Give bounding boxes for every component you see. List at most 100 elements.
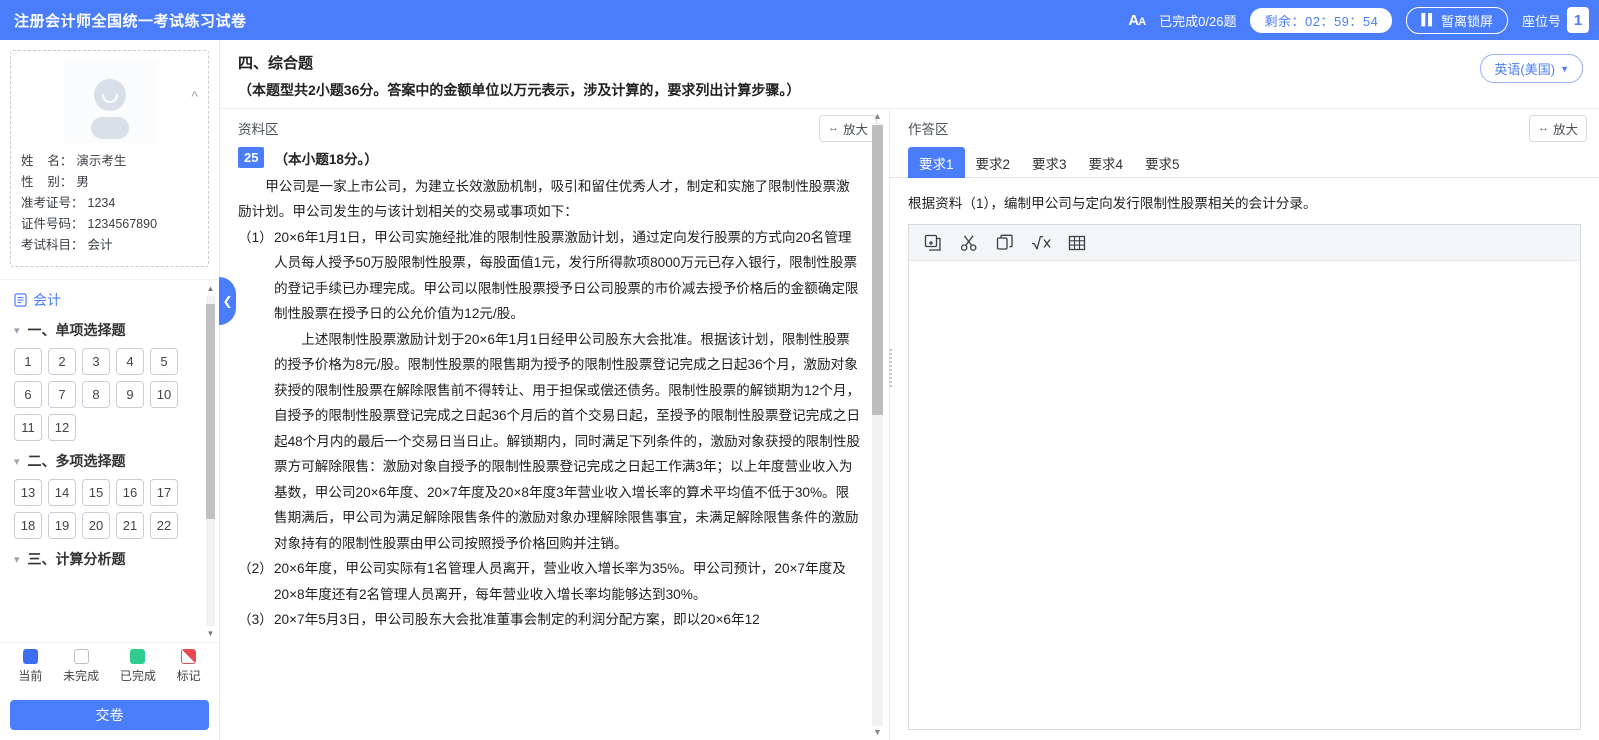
question-button[interactable]: 7 — [48, 381, 76, 408]
legend-label: 当前 — [18, 669, 43, 683]
legend-item-marked: 标记 — [177, 649, 201, 684]
nav-section-title: 二、多项选择题 — [27, 453, 126, 469]
scroll-down-icon[interactable]: ▼ — [872, 727, 883, 738]
language-selector[interactable]: 英语(美国) ▼ — [1480, 54, 1583, 83]
sidebar: ^ 姓 名： 演示考生 性 别： 男 准考证号： 1234 证件号码： 1234… — [0, 40, 220, 740]
scroll-up-icon[interactable]: ▲ — [872, 111, 883, 122]
question-button[interactable]: 21 — [116, 512, 144, 539]
nav-section-title: 三、计算分析题 — [27, 551, 126, 567]
question-button[interactable]: 15 — [82, 479, 110, 506]
nav-section-title: 一、单项选择题 — [27, 322, 126, 338]
answer-enlarge-button[interactable]: ↔ 放大 — [1528, 114, 1587, 142]
submit-area: 交卷 — [0, 692, 219, 740]
tab-requirement-3[interactable]: 要求3 — [1021, 147, 1078, 178]
material-scrollbar[interactable]: ▲ ▼ — [872, 111, 883, 738]
status-legend: 当前 未完成 已完成 标记 — [0, 642, 219, 692]
formula-icon[interactable] — [1031, 233, 1051, 253]
submit-exam-button[interactable]: 交卷 — [10, 700, 209, 730]
pause-icon: ▌▌ — [1421, 14, 1436, 26]
countdown-timer: 剩余：02：59：54 — [1250, 7, 1393, 33]
question-type-header: 四、综合题 （本题型共2小题36分。答案中的金额单位以万元表示，涉及计算的，要求… — [220, 40, 1599, 109]
tab-requirement-1[interactable]: 要求1 — [908, 147, 965, 178]
legend-label: 已完成 — [119, 669, 156, 683]
legend-label: 未完成 — [63, 669, 100, 683]
editor-toolbar — [909, 225, 1580, 261]
question-button[interactable]: 6 — [14, 381, 42, 408]
question-button[interactable]: 4 — [116, 348, 144, 375]
sidebar-scrollbar[interactable]: ▲ ▼ — [206, 284, 215, 638]
cut-icon[interactable] — [959, 233, 979, 253]
question-grid: 13 14 15 16 17 18 19 20 21 22 — [14, 479, 186, 539]
question-button[interactable]: 2 — [48, 348, 76, 375]
nav-section-header[interactable]: ▾ 二、多项选择题 — [14, 451, 219, 471]
question-button[interactable]: 9 — [116, 381, 144, 408]
candidate-field-value: 演示考生 — [76, 154, 127, 168]
legend-swatch-unfinished — [73, 649, 89, 664]
answer-pane-bar: 作答区 ↔ 放大 — [890, 109, 1599, 147]
legend-swatch-finished — [130, 649, 146, 664]
collapse-candidate-icon[interactable]: ^ — [191, 89, 198, 103]
avatar — [63, 61, 156, 143]
material-pane: 资料区 ↔ 放大 25 （本小题18分。） 甲公司是一家上市公司，为建立长效激励… — [219, 109, 890, 740]
app-header: 注册会计师全国统一考试练习试卷 AA 已完成0/26题 剩余：02：59：54 … — [0, 0, 1599, 40]
chevron-down-icon: ▾ — [14, 455, 20, 468]
question-button[interactable]: 17 — [150, 479, 178, 506]
panes: 资料区 ↔ 放大 25 （本小题18分。） 甲公司是一家上市公司，为建立长效激励… — [219, 109, 1599, 740]
app-body: ^ 姓 名： 演示考生 性 别： 男 准考证号： 1234 证件号码： 1234… — [0, 40, 1599, 740]
header-controls: AA 已完成0/26题 剩余：02：59：54 ▌▌ 暂离锁屏 座位号 1 — [1128, 6, 1589, 34]
answer-textarea[interactable] — [909, 261, 1580, 729]
candidate-field-label: 证件号码： — [21, 217, 84, 231]
tab-requirement-5[interactable]: 要求5 — [1134, 147, 1191, 178]
question-button[interactable]: 18 — [14, 512, 42, 539]
nav-section-header[interactable]: ▾ 一、单项选择题 — [14, 320, 219, 340]
tab-requirement-2[interactable]: 要求2 — [965, 147, 1022, 178]
table-icon[interactable] — [1067, 233, 1087, 253]
question-grid: 1 2 3 4 5 6 7 8 9 10 11 12 — [14, 348, 186, 441]
answer-enlarge-label: 放大 — [1552, 122, 1578, 137]
question-button[interactable]: 16 — [116, 479, 144, 506]
scroll-thumb[interactable] — [206, 304, 215, 519]
scroll-up-icon[interactable]: ▲ — [206, 284, 215, 293]
nav-section-header[interactable]: ▾ 三、计算分析题 — [14, 549, 219, 569]
material-enlarge-button[interactable]: ↔ 放大 — [818, 114, 877, 142]
question-button[interactable]: 20 — [82, 512, 110, 539]
insert-icon[interactable] — [923, 233, 943, 253]
candidate-field-label: 性 别： — [21, 175, 73, 189]
question-button[interactable]: 3 — [82, 348, 110, 375]
question-button[interactable]: 10 — [150, 381, 178, 408]
chevron-down-icon: ▼ — [1560, 63, 1569, 74]
pane-resize-divider[interactable] — [889, 349, 892, 389]
copy-icon[interactable] — [995, 233, 1015, 253]
scroll-down-icon[interactable]: ▼ — [206, 629, 215, 638]
lock-screen-button[interactable]: ▌▌ 暂离锁屏 — [1406, 6, 1508, 34]
question-button[interactable]: 11 — [14, 414, 42, 441]
candidate-field: 考试科目： 会计 — [21, 235, 198, 256]
candidate-field: 证件号码： 1234567890 — [21, 214, 198, 235]
candidate-field: 性 别： 男 — [21, 172, 198, 193]
answer-pane: 作答区 ↔ 放大 要求1 要求2 要求3 要求4 要求5 根据资料（1），编制甲… — [890, 109, 1599, 740]
question-button[interactable]: 1 — [14, 348, 42, 375]
question-button[interactable]: 13 — [14, 479, 42, 506]
question-type-note: （本题型共2小题36分。答案中的金额单位以万元表示，涉及计算的，要求列出计算步骤… — [238, 82, 801, 98]
seat-info: 座位号 1 — [1522, 7, 1589, 33]
question-button[interactable]: 5 — [150, 348, 178, 375]
page-title: 四、综合题 — [238, 55, 314, 72]
material-item: （3） 20×7年5月3日，甲公司股东大会批准董事会制定的利润分配方案，即以20… — [238, 607, 861, 633]
scroll-thumb[interactable] — [872, 125, 883, 415]
question-navigator: 会计 ▾ 一、单项选择题 1 2 3 4 5 6 7 8 9 10 11 12 — [0, 279, 219, 642]
question-button[interactable]: 19 — [48, 512, 76, 539]
requirement-tabs: 要求1 要求2 要求3 要求4 要求5 — [890, 147, 1599, 178]
question-button[interactable]: 12 — [48, 414, 76, 441]
question-button[interactable]: 14 — [48, 479, 76, 506]
nav-subject-label: 会计 — [33, 292, 61, 308]
candidate-field-label: 姓 名： — [21, 154, 73, 168]
candidate-card: ^ 姓 名： 演示考生 性 别： 男 准考证号： 1234 证件号码： 1234… — [10, 50, 209, 267]
material-body[interactable]: 25 （本小题18分。） 甲公司是一家上市公司，为建立长效激励机制，吸引和留住优… — [220, 147, 889, 740]
legend-item-current: 当前 — [18, 649, 42, 684]
font-size-icon[interactable]: AA — [1128, 12, 1146, 29]
question-button[interactable]: 22 — [150, 512, 178, 539]
book-icon — [14, 293, 27, 307]
question-button[interactable]: 8 — [82, 381, 110, 408]
tab-requirement-4[interactable]: 要求4 — [1078, 147, 1135, 178]
question-number-row: 25 （本小题18分。） — [238, 147, 861, 173]
